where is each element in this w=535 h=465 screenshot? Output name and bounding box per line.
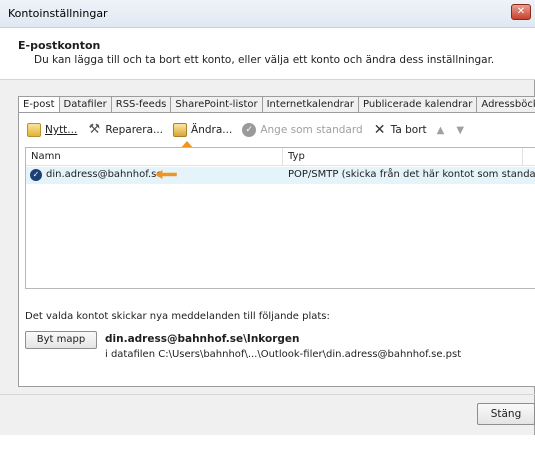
- list-header: Namn Typ: [26, 148, 535, 166]
- account-type: POP/SMTP (skicka från det här kontot som…: [288, 169, 535, 180]
- account-settings-window: Kontoinställningar ✕ E-postkonton Du kan…: [0, 0, 535, 435]
- datafile-path: i datafilen C:\Users\bahnhof\...\Outlook…: [105, 349, 462, 360]
- title-bar: Kontoinställningar ✕: [0, 0, 535, 28]
- section-description: Du kan lägga till och ta bort ett konto,…: [34, 54, 495, 66]
- change-folder-button[interactable]: Byt mapp: [25, 331, 97, 349]
- account-row[interactable]: ✓ din.adress@bahnhof.se POP/SMTP (skicka…: [26, 167, 535, 184]
- delivery-folder-path: din.adress@bahnhof.se\Inkorgen: [105, 333, 300, 345]
- remove-label: Ta bort: [390, 124, 427, 136]
- close-button[interactable]: Stäng: [477, 403, 535, 425]
- repair-icon: ⚒: [88, 122, 101, 137]
- new-account-label: Nytt...: [45, 124, 78, 136]
- account-toolbar: Nytt... ⚒ Reparera... Ändra... ✓ Ange so…: [27, 121, 476, 139]
- header-panel: E-postkonton Du kan lägga till och ta bo…: [0, 28, 535, 80]
- repair-button[interactable]: ⚒ Reparera...: [87, 122, 164, 137]
- remove-x-icon: ✕: [373, 122, 386, 138]
- tab-internet-calendars[interactable]: Internetkalendrar: [262, 96, 360, 113]
- move-up-icon[interactable]: ▲: [437, 125, 445, 136]
- tab-published-calendars[interactable]: Publicerade kalendrar: [359, 96, 478, 113]
- close-icon: ✕: [516, 6, 526, 17]
- change-button[interactable]: Ändra...: [173, 123, 232, 137]
- account-name: din.adress@bahnhof.se: [46, 169, 163, 180]
- column-name[interactable]: Namn: [31, 151, 61, 162]
- column-type[interactable]: Typ: [288, 151, 305, 162]
- tab-datafiles[interactable]: Datafiler: [59, 96, 112, 113]
- tab-rss-feeds[interactable]: RSS-feeds: [111, 96, 172, 113]
- checkmark-icon: ✓: [242, 123, 257, 137]
- email-tab-panel: Nytt... ⚒ Reparera... Ändra... ✓ Ange so…: [18, 112, 535, 387]
- column-separator: [282, 148, 283, 166]
- footer-divider: [0, 394, 535, 395]
- close-label: Stäng: [490, 408, 522, 420]
- section-title: E-postkonton: [18, 39, 101, 52]
- column-separator: [522, 148, 523, 166]
- new-account-icon: [27, 123, 41, 137]
- accounts-list: Namn Typ ✓ din.adress@bahnhof.se POP/SMT…: [25, 147, 535, 289]
- annotation-arrow-left-icon: [155, 170, 177, 179]
- change-folder-label: Byt mapp: [36, 334, 86, 345]
- new-account-button[interactable]: Nytt...: [27, 123, 77, 137]
- tab-sharepoint-lists[interactable]: SharePoint-listor: [171, 96, 263, 113]
- change-icon: [173, 123, 188, 137]
- delivery-info: Det valda kontot skickar nya meddelanden…: [25, 311, 330, 322]
- repair-label: Reparera...: [105, 124, 164, 136]
- set-default-label: Ange som standard: [260, 124, 363, 136]
- change-label: Ändra...: [191, 124, 233, 136]
- tab-address-books[interactable]: Adressböcker: [477, 96, 535, 113]
- move-down-icon[interactable]: ▼: [456, 125, 464, 136]
- window-title: Kontoinställningar: [8, 7, 108, 20]
- set-default-button[interactable]: ✓ Ange som standard: [242, 123, 363, 137]
- remove-button[interactable]: ✕ Ta bort: [373, 123, 427, 137]
- window-close-button[interactable]: ✕: [511, 4, 531, 20]
- default-account-check-icon: ✓: [30, 169, 42, 181]
- tab-strip: E-post Datafiler RSS-feeds SharePoint-li…: [18, 96, 535, 114]
